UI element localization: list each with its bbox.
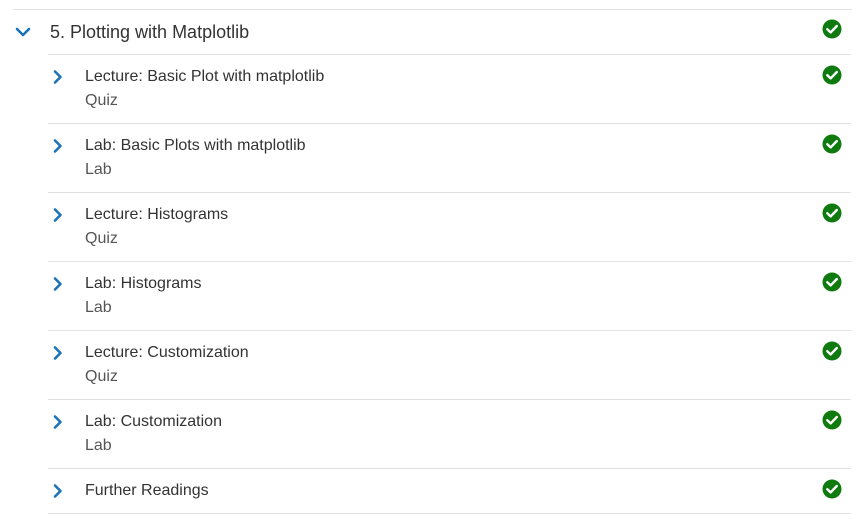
lesson-title[interactable]: Lecture: Customization — [85, 343, 249, 363]
lesson-title[interactable]: Further Readings — [85, 481, 209, 501]
lesson-title[interactable]: Lab: Basic Plots with matplotlib — [85, 136, 306, 156]
lesson-item[interactable]: Lecture: Customization Quiz — [48, 330, 851, 399]
check-circle-icon — [822, 203, 842, 223]
check-circle-icon — [822, 19, 842, 39]
check-circle-icon — [822, 272, 842, 292]
lesson-item[interactable]: Further Readings — [48, 468, 851, 514]
lesson-type: Quiz — [85, 368, 118, 385]
chevron-down-icon[interactable] — [14, 23, 32, 41]
check-circle-icon — [822, 479, 842, 499]
lesson-item[interactable]: Lecture: Basic Plot with matplotlib Quiz — [48, 54, 851, 123]
chevron-right-icon[interactable] — [50, 138, 66, 154]
lesson-title[interactable]: Lecture: Histograms — [85, 205, 228, 225]
lesson-item[interactable]: Lab: Basic Plots with matplotlib Lab — [48, 123, 851, 192]
chevron-right-icon[interactable] — [50, 483, 66, 499]
lesson-item[interactable]: Lecture: Histograms Quiz — [48, 192, 851, 261]
check-circle-icon — [822, 65, 842, 85]
lesson-type: Quiz — [85, 230, 118, 247]
section-header[interactable]: 5. Plotting with Matplotlib — [0, 10, 867, 54]
lesson-list: Lecture: Basic Plot with matplotlib Quiz L… — [0, 54, 867, 514]
lesson-item[interactable]: Lab: Customization Lab — [48, 399, 851, 468]
lesson-type: Lab — [85, 299, 112, 316]
lesson-type: Lab — [85, 161, 112, 178]
chevron-right-icon[interactable] — [50, 414, 66, 430]
lesson-type: Lab — [85, 437, 112, 454]
chevron-right-icon[interactable] — [50, 345, 66, 361]
chevron-right-icon[interactable] — [50, 207, 66, 223]
lesson-item[interactable]: Lab: Histograms Lab — [48, 261, 851, 330]
lesson-type: Quiz — [85, 92, 118, 109]
check-circle-icon — [822, 134, 842, 154]
section-title: 5. Plotting with Matplotlib — [50, 22, 250, 42]
check-circle-icon — [822, 341, 842, 361]
lesson-title[interactable]: Lab: Customization — [85, 412, 222, 432]
chevron-right-icon[interactable] — [50, 69, 66, 85]
check-circle-icon — [822, 410, 842, 430]
chevron-right-icon[interactable] — [50, 276, 66, 292]
lesson-title[interactable]: Lab: Histograms — [85, 274, 202, 294]
lesson-title[interactable]: Lecture: Basic Plot with matplotlib — [85, 67, 324, 87]
